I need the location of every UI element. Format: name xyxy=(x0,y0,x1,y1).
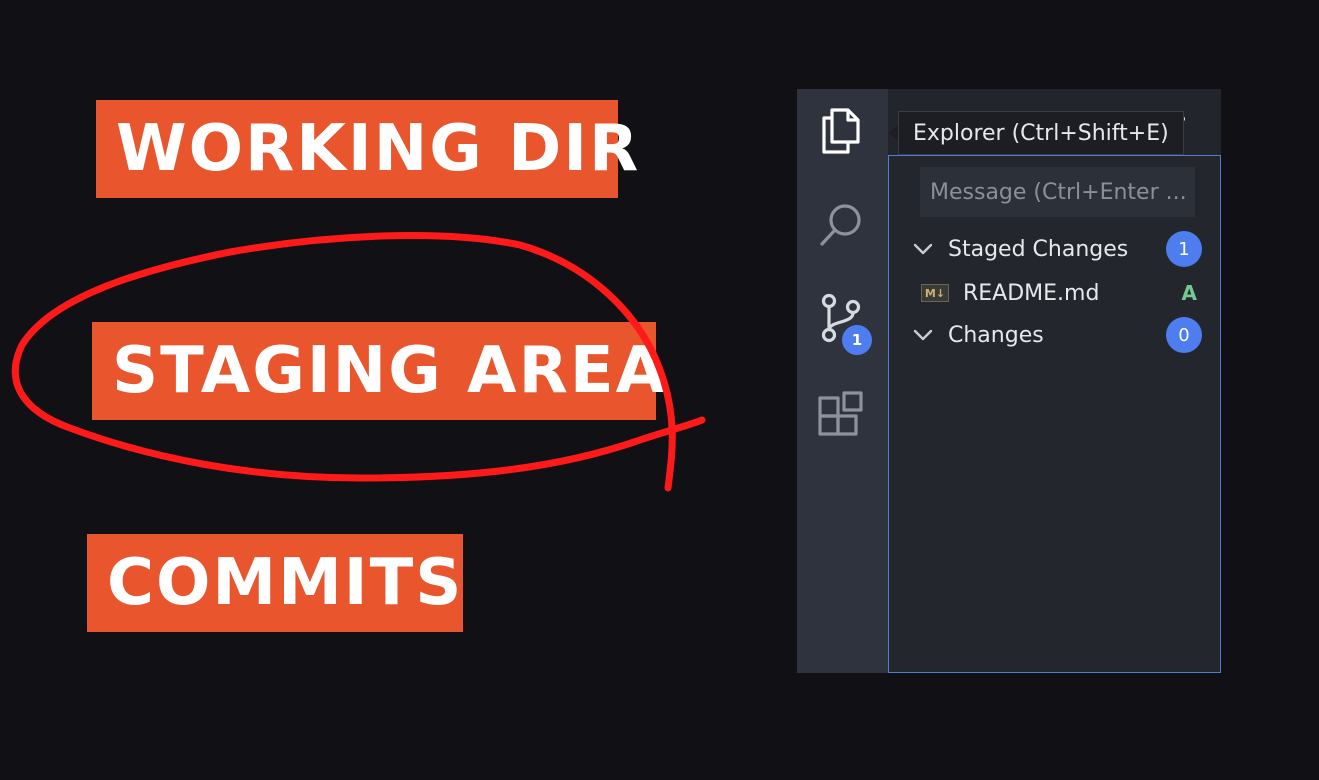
slide-canvas: WORKING DIR STAGING AREA COMMITS 1 Explo… xyxy=(0,0,1319,780)
activity-bar: 1 xyxy=(797,89,888,673)
working-dir-label: WORKING DIR xyxy=(96,100,638,198)
explorer-tooltip: Explorer (Ctrl+Shift+E) xyxy=(898,111,1184,155)
markdown-file-icon: M↓ xyxy=(921,284,949,302)
source-control-badge: 1 xyxy=(842,325,872,355)
commit-message-input[interactable] xyxy=(920,167,1195,217)
staged-count-badge: 1 xyxy=(1166,231,1202,267)
search-icon[interactable] xyxy=(815,199,867,251)
tooltip-text: Explorer (Ctrl+Shift+E) xyxy=(913,120,1169,146)
file-status-added: A xyxy=(1181,281,1197,305)
commits-text: COMMITS xyxy=(107,546,464,620)
commits-label: COMMITS xyxy=(87,534,463,632)
staged-file-row[interactable]: M↓ README.md A xyxy=(921,273,1203,313)
working-dir-text: WORKING DIR xyxy=(116,112,641,186)
extensions-icon[interactable] xyxy=(815,389,867,441)
vscode-window: 1 ··· Explorer (Ctrl+Shift+E) Staged Cha… xyxy=(797,89,1221,673)
chevron-down-icon xyxy=(912,328,940,342)
changes-count-badge: 0 xyxy=(1166,317,1202,353)
changes-label: Changes xyxy=(948,322,1044,348)
file-name: README.md xyxy=(963,280,1100,306)
staging-area-label: STAGING AREA xyxy=(92,322,665,420)
tooltip-arrow xyxy=(888,125,898,141)
staging-area-text: STAGING AREA xyxy=(112,334,668,408)
chevron-down-icon xyxy=(912,242,940,256)
files-icon[interactable] xyxy=(815,105,867,157)
changes-header[interactable]: Changes 0 xyxy=(912,315,1202,355)
staged-changes-label: Staged Changes xyxy=(948,236,1129,262)
staged-changes-header[interactable]: Staged Changes 1 xyxy=(912,229,1202,269)
